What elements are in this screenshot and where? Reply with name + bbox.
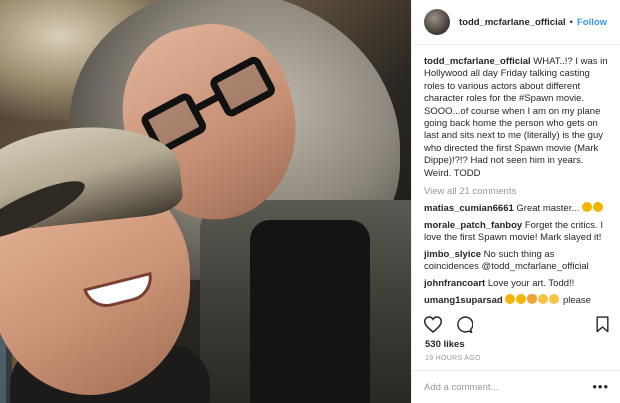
comment-bubble-icon[interactable] [456, 315, 473, 333]
add-comment-input[interactable] [424, 381, 593, 393]
header-username[interactable]: todd_mcfarlane_official [459, 17, 566, 28]
comment-item: jimbo_slyice No such thing as coincidenc… [424, 249, 611, 274]
thumbs-up-emoji-icon [538, 293, 549, 304]
clap-emoji-icon [592, 202, 603, 213]
clap-emoji-icon [516, 293, 527, 304]
comment-username[interactable]: matias_cumian6661 [424, 203, 514, 214]
bookmark-icon[interactable] [596, 315, 609, 333]
clap-emoji-icon [581, 202, 592, 213]
comment-item: morale_patch_fanboy Forget the critics. … [424, 220, 611, 245]
post-side-panel: todd_mcfarlane_official • Follow todd_mc… [411, 0, 620, 403]
comment-text: Love your art. Todd!! [487, 277, 575, 289]
heart-icon[interactable] [424, 315, 442, 333]
caption-username[interactable]: todd_mcfarlane_official [424, 56, 531, 67]
more-options-icon[interactable]: ••• [592, 380, 609, 393]
comment-item: matias_cumian6661 Great master... [424, 202, 611, 215]
comment-username[interactable]: umang1suparsad [424, 295, 503, 306]
comments-list: todd_mcfarlane_official WHAT..!? I was i… [412, 50, 620, 307]
clap-emoji-icon [505, 293, 516, 304]
likes-count[interactable]: 530 likes [425, 339, 465, 350]
post-timestamp[interactable]: 19 HOURS AGO [425, 355, 481, 362]
comment-item: johnfrancoart Love your art. Todd!! [424, 278, 611, 290]
heart-eyes-emoji-icon [527, 293, 538, 304]
post-actions [412, 310, 620, 338]
post-header: todd_mcfarlane_official • Follow [412, 0, 620, 45]
thumbs-up-emoji-icon [549, 293, 560, 304]
add-comment-bar: ••• [412, 370, 620, 403]
avatar[interactable] [424, 9, 450, 35]
comment-username[interactable]: morale_patch_fanboy [424, 220, 522, 231]
post-photo[interactable] [0, 0, 411, 403]
follow-button[interactable]: Follow [577, 17, 607, 28]
caption-text: WHAT..!? I was in Hollywood all day Frid… [424, 56, 608, 179]
view-all-comments-link[interactable]: View all 21 comments [424, 186, 611, 198]
comment-text: Great master... [516, 203, 580, 215]
comment-text: please [562, 294, 591, 306]
comment-item: umang1suparsad please [424, 293, 611, 307]
post-caption: todd_mcfarlane_official WHAT..!? I was i… [424, 56, 611, 180]
separator-dot: • [569, 16, 573, 28]
instagram-post: todd_mcfarlane_official • Follow todd_mc… [0, 0, 620, 403]
comment-username[interactable]: jimbo_slyice [424, 249, 481, 260]
comment-username[interactable]: johnfrancoart [424, 278, 485, 289]
